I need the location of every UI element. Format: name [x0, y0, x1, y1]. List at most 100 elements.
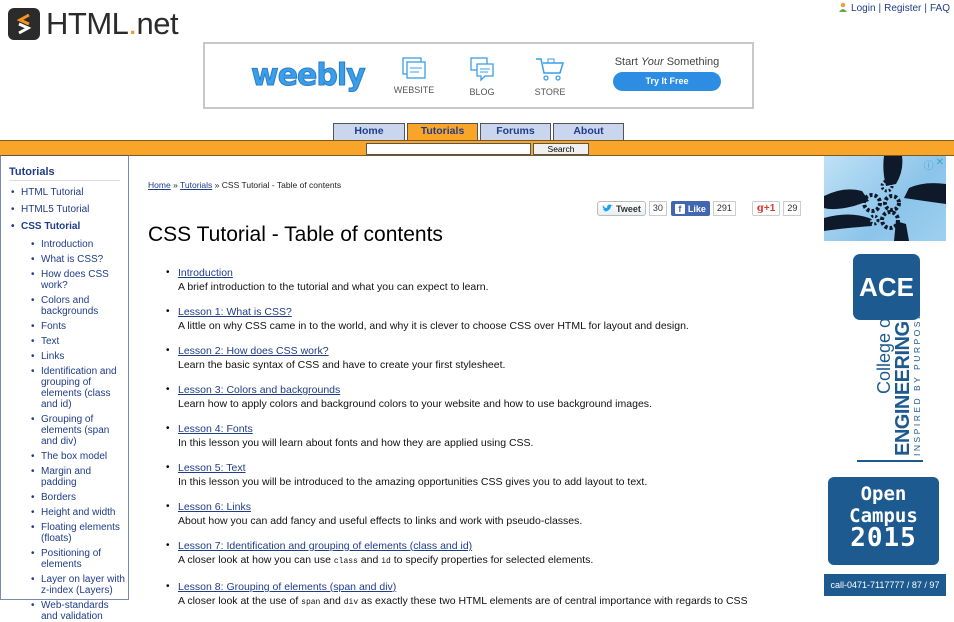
- toc-desc: In this lesson you will be introduced to…: [178, 476, 648, 488]
- banner-item-label: STORE: [534, 87, 566, 97]
- toc-link[interactable]: Lesson 1: What is CSS?: [178, 306, 292, 318]
- sidebar-subitem[interactable]: What is CSS?: [31, 254, 128, 265]
- sidebar-subitem[interactable]: Identification and grouping of elements …: [31, 366, 128, 410]
- gears-ad[interactable]: ⓘ ✕: [824, 156, 946, 241]
- main-nav: Home Tutorials Forums About: [333, 123, 624, 140]
- open-campus-ad[interactable]: Open Campus 2015 call-0471-7117777 / 87 …: [824, 472, 946, 600]
- sidebar-subitem[interactable]: Links: [31, 351, 128, 362]
- tab-home[interactable]: Home: [333, 123, 405, 140]
- page-title: CSS Tutorial - Table of contents: [148, 223, 443, 246]
- ad-info-icon[interactable]: ⓘ: [924, 157, 934, 172]
- toc-item: Lesson 5: Text In this lesson you will be…: [166, 461, 806, 489]
- toc-item: Introduction A brief introduction to the …: [166, 266, 806, 294]
- sidebar-subitem[interactable]: Colors and backgrounds: [31, 295, 128, 317]
- toc-link[interactable]: Lesson 3: Colors and backgrounds: [178, 384, 340, 396]
- toc-desc: In this lesson you will learn about font…: [178, 437, 534, 449]
- sidebar-subitem[interactable]: Floating elements (floats): [31, 522, 128, 544]
- banner-tagline: Start Your Something: [614, 56, 720, 68]
- sidebar-subitem[interactable]: Grouping of elements (span and div): [31, 414, 128, 447]
- toc-desc: A little on why CSS came in to the world…: [178, 320, 689, 332]
- toc-link[interactable]: Lesson 6: Links: [178, 501, 251, 513]
- toc-desc: A closer look at how you can use class a…: [178, 554, 594, 566]
- tab-forums[interactable]: Forums: [480, 123, 551, 140]
- sidebar-subitem[interactable]: Web-standards and validation: [31, 600, 128, 622]
- google-plus-icon: g: [756, 203, 764, 214]
- tab-tutorials[interactable]: Tutorials: [407, 123, 478, 140]
- open-campus-box: Open Campus 2015: [828, 477, 939, 565]
- toc-desc: About how you can add fancy and useful e…: [178, 515, 583, 527]
- sidebar-subitem[interactable]: Height and width: [31, 507, 128, 518]
- search-input[interactable]: [366, 143, 531, 155]
- sidebar-subitem[interactable]: Text: [31, 336, 128, 347]
- try-it-free-button[interactable]: Try It Free: [613, 72, 721, 91]
- toc-link[interactable]: Lesson 8: Grouping of elements (span and…: [178, 581, 396, 593]
- google-plus-button[interactable]: g+1: [751, 201, 781, 216]
- faq-link[interactable]: FAQ: [930, 3, 950, 14]
- separator: |: [878, 3, 882, 14]
- logo-text: HTML.net: [46, 6, 179, 41]
- ad-close-icon[interactable]: ✕: [936, 157, 944, 172]
- user-icon: [838, 2, 848, 15]
- sidebar-subitem[interactable]: Positioning of elements: [31, 548, 128, 570]
- toc-item: Lesson 7: Identification and grouping of…: [166, 539, 806, 569]
- site-logo[interactable]: HTML.net: [8, 6, 179, 42]
- toc-link[interactable]: Lesson 7: Identification and grouping of…: [178, 540, 472, 552]
- weebly-banner-ad[interactable]: weebly WEBSITE BLOG STORE Start Your Som…: [203, 42, 754, 109]
- breadcrumb-tutorials[interactable]: Tutorials: [180, 180, 212, 190]
- banner-item-blog[interactable]: BLOG: [452, 56, 512, 97]
- sidebar-subitem[interactable]: The box model: [31, 451, 128, 462]
- ace-college-ad[interactable]: ACE College of ENGINEERING INSPIRED BY P…: [824, 246, 946, 471]
- sidebar-item-css[interactable]: CSS Tutorial Introduction What is CSS? H…: [11, 221, 128, 622]
- sidebar-subitem[interactable]: How does CSS work?: [31, 269, 128, 291]
- weebly-logo: weebly: [251, 58, 367, 94]
- separator: |: [924, 3, 927, 14]
- toc-link[interactable]: Lesson 4: Fonts: [178, 423, 253, 435]
- login-link[interactable]: Login: [851, 3, 875, 14]
- toc-link[interactable]: Lesson 2: How does CSS work?: [178, 345, 329, 357]
- toc-link[interactable]: Introduction: [178, 267, 233, 279]
- open-campus-line1: Open: [860, 483, 907, 505]
- banner-item-store[interactable]: STORE: [520, 56, 580, 97]
- gplus-count: 29: [783, 201, 802, 216]
- toc-desc: A brief introduction to the tutorial and…: [178, 281, 489, 293]
- sidebar-subitem[interactable]: Introduction: [31, 239, 128, 250]
- open-campus-year: 2015: [850, 523, 917, 553]
- toc-item: Lesson 8: Grouping of elements (span and…: [166, 580, 806, 610]
- sidebar-subitem[interactable]: Borders: [31, 492, 128, 503]
- website-icon: [402, 57, 426, 79]
- twitter-bird-icon: [602, 204, 613, 212]
- logo-badge-icon: [8, 8, 40, 40]
- breadcrumb-home[interactable]: Home: [148, 180, 171, 190]
- toc-item: Lesson 4: Fonts In this lesson you will l…: [166, 422, 806, 450]
- banner-item-website[interactable]: WEBSITE: [384, 56, 444, 95]
- tweet-count: 30: [648, 201, 667, 216]
- sidebar-subitem[interactable]: Margin and padding: [31, 466, 128, 488]
- sidebar: Tutorials HTML Tutorial HTML5 Tutorial C…: [0, 155, 129, 622]
- search-button[interactable]: Search: [533, 143, 589, 155]
- ace-tagline: INSPIRED BY PURPOSE: [912, 310, 922, 456]
- tab-about[interactable]: About: [553, 123, 624, 140]
- sidebar-subitem[interactable]: Layer on layer with z-index (Layers): [31, 574, 128, 596]
- account-links: Login | Register | FAQ: [838, 2, 950, 15]
- tweet-button[interactable]: Tweet: [597, 201, 646, 216]
- toc-item: Lesson 1: What is CSS? A little on why CS…: [166, 305, 806, 333]
- breadcrumb-sep: »: [173, 180, 178, 190]
- sidebar-item-html5[interactable]: HTML5 Tutorial: [11, 204, 128, 216]
- sidebar-title: Tutorials: [9, 166, 120, 181]
- divider: [857, 460, 923, 462]
- like-count: 291: [712, 201, 736, 216]
- toc-desc: A closer look at the use of span and div…: [178, 595, 748, 607]
- toc-desc: Learn the basic syntax of CSS and have t…: [178, 359, 506, 371]
- toc-link[interactable]: Lesson 5: Text: [178, 462, 246, 474]
- toc-item: Lesson 6: Links About how you can add fan…: [166, 500, 806, 528]
- toc-item: Lesson 2: How does CSS work? Learn the ba…: [166, 344, 806, 372]
- register-link[interactable]: Register: [884, 3, 921, 14]
- table-of-contents: Introduction A brief introduction to the …: [166, 266, 806, 621]
- sidebar-subitem[interactable]: Fonts: [31, 321, 128, 332]
- banner-item-label: WEBSITE: [393, 85, 435, 95]
- breadcrumb: Home » Tutorials » CSS Tutorial - Table …: [148, 180, 341, 190]
- facebook-like-button[interactable]: f Like: [670, 201, 710, 216]
- sidebar-item-html[interactable]: HTML Tutorial: [11, 187, 128, 199]
- phone-number: call-0471-7117777 / 87 / 97: [824, 574, 946, 596]
- ace-logo: ACE: [853, 254, 920, 320]
